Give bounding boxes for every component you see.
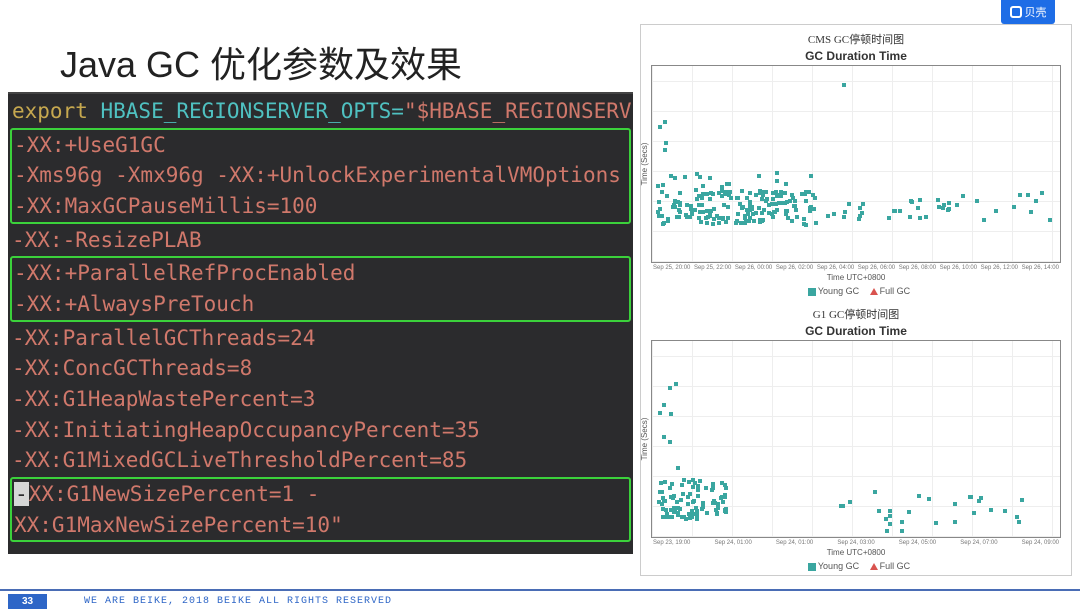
triangle-marker-icon xyxy=(870,288,878,295)
brand-logo: 贝壳 xyxy=(1001,0,1055,24)
cms-xticks: Sep 25, 20:00Sep 25, 22:00Sep 26, 00:00S… xyxy=(653,265,1059,271)
highlight-box-3: -XX:G1NewSizePercent=1 -XX:G1MaxNewSizeP… xyxy=(10,477,631,542)
y-axis-label: Time (Secs) xyxy=(640,418,649,461)
x-axis-label: Time UTC+0800 xyxy=(645,548,1067,557)
footer-divider xyxy=(0,589,1080,591)
y-axis-label: Time (Secs) xyxy=(640,143,649,186)
g1-legend: Young GC Full GC xyxy=(645,561,1067,571)
highlight-box-1: -XX:+UseG1GC -Xms96g -Xmx96g -XX:+Unlock… xyxy=(10,128,631,224)
square-marker-icon xyxy=(808,563,816,571)
cms-scatter-plot: Time (Secs) xyxy=(651,65,1061,263)
house-icon xyxy=(1010,6,1022,18)
brand-text: 贝壳 xyxy=(1025,4,1047,20)
g1-scatter-plot: Time (Secs) xyxy=(651,340,1061,538)
export-line: export HBASE_REGIONSERVER_OPTS="$HBASE_R… xyxy=(12,96,629,127)
slide-title: Java GC 优化参数及效果 xyxy=(60,36,462,88)
x-axis-label: Time UTC+0800 xyxy=(645,273,1067,282)
page-number: 33 xyxy=(8,594,47,609)
cms-chart-block: CMS GC停顿时间图 GC Duration Time Time (Secs)… xyxy=(641,25,1071,300)
cms-en-title: GC Duration Time xyxy=(645,49,1067,63)
cursor-block: - xyxy=(14,482,29,506)
cms-legend: Young GC Full GC xyxy=(645,286,1067,296)
triangle-marker-icon xyxy=(870,563,878,570)
charts-panel: CMS GC停顿时间图 GC Duration Time Time (Secs)… xyxy=(640,24,1072,576)
slide-footer: 33 WE ARE BEIKE, 2018 BEIKE ALL RIGHTS R… xyxy=(0,589,1080,609)
cms-cn-title: CMS GC停顿时间图 xyxy=(645,31,1067,47)
slide: 贝壳 Java GC 优化参数及效果 export HBASE_REGIONSE… xyxy=(0,0,1080,609)
highlight-box-2: -XX:+ParallelRefProcEnabled -XX:+AlwaysP… xyxy=(10,256,631,321)
g1-cn-title: G1 GC停顿时间图 xyxy=(645,306,1067,322)
g1-en-title: GC Duration Time xyxy=(645,324,1067,338)
terminal-screenshot: export HBASE_REGIONSERVER_OPTS="$HBASE_R… xyxy=(8,92,633,554)
g1-xticks: Sep 23, 19:00Sep 24, 01:00Sep 24, 01:00S… xyxy=(653,540,1059,546)
footer-copyright: WE ARE BEIKE, 2018 BEIKE ALL RIGHTS RESE… xyxy=(84,596,392,607)
square-marker-icon xyxy=(808,288,816,296)
g1-chart-block: G1 GC停顿时间图 GC Duration Time Time (Secs) … xyxy=(641,300,1071,575)
